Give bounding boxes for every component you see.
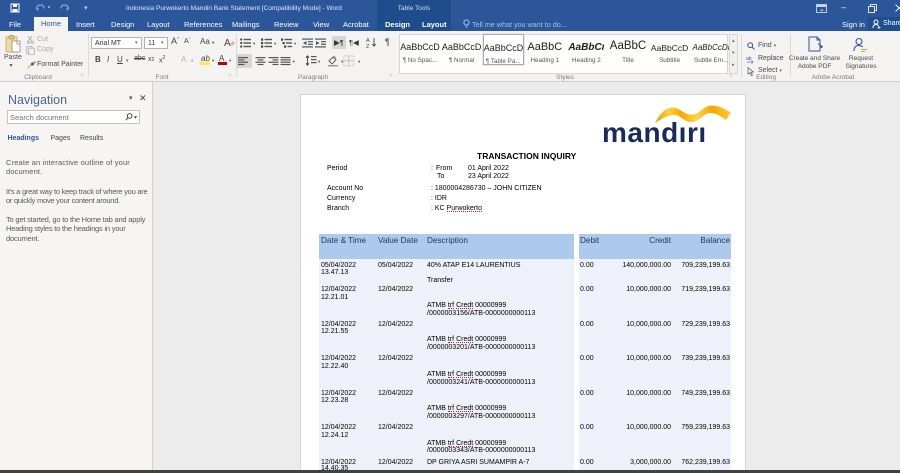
svg-text:ab: ab (746, 56, 752, 62)
svg-text:Z: Z (366, 44, 370, 48)
svg-text:A: A (224, 38, 231, 48)
